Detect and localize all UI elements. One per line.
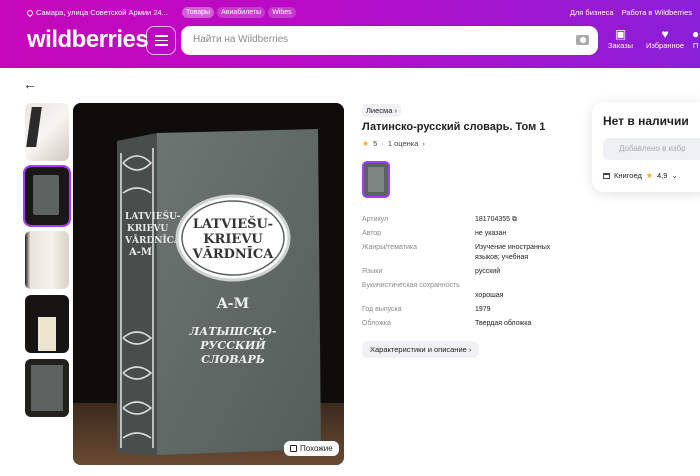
variant-thumbnail[interactable] bbox=[362, 161, 390, 198]
similar-label: Похожие bbox=[300, 444, 333, 453]
chevron-right-icon: › bbox=[422, 139, 425, 148]
favorites-nav[interactable]: ♥ Избранное bbox=[646, 27, 684, 50]
brand-link[interactable]: Лиесма › bbox=[362, 104, 401, 117]
top-links: Для бизнеса Работа в Wildberries bbox=[570, 8, 692, 17]
cover-ru-2: РУССКИЙ bbox=[199, 337, 266, 352]
search-input[interactable] bbox=[193, 34, 553, 45]
spec-key: Обложка bbox=[362, 320, 391, 327]
orders-nav[interactable]: ▣ Заказы bbox=[608, 27, 633, 50]
spec-row: Жанры/тематика Изучение иностранных языко… bbox=[362, 243, 570, 263]
star-icon: ★ bbox=[645, 171, 653, 180]
added-to-favorites-button[interactable]: Добавлено в избр bbox=[603, 138, 700, 160]
search-bar bbox=[181, 26, 598, 55]
thumbnail-5[interactable] bbox=[25, 359, 69, 417]
heart-icon: ♥ bbox=[661, 27, 669, 41]
orders-label: Заказы bbox=[608, 41, 634, 50]
spec-row: Артикул 181704355 ⧉ bbox=[362, 215, 570, 225]
business-link[interactable]: Для бизнеса bbox=[570, 8, 614, 17]
spec-row: Обложка Твердая обложка bbox=[362, 319, 570, 329]
thumbnail-2-selected[interactable] bbox=[23, 165, 71, 227]
pill-flights[interactable]: Авиабилеты bbox=[217, 7, 266, 18]
main-product-photo[interactable]: LATVIEŠU- KRIEVU VĀRDNĪCA A-M LATVIEŠU- … bbox=[73, 103, 344, 465]
thumbnail-3[interactable] bbox=[25, 231, 69, 289]
top-bar: Самара, улица Советской Армии 24... Това… bbox=[0, 0, 700, 22]
thumbnail-4[interactable] bbox=[25, 295, 69, 353]
rating-row[interactable]: ★ 5 · 1 оценка › bbox=[362, 139, 425, 148]
location-text: Самара, улица Советской Армии 24... bbox=[36, 8, 168, 17]
service-switcher: Товары Авиабилеты Wibes bbox=[182, 7, 296, 18]
profile-nav[interactable]: ● П bbox=[692, 27, 699, 50]
similar-icon bbox=[290, 445, 297, 452]
pill-wibes[interactable]: Wibes bbox=[268, 7, 296, 18]
cover-title-2: KRIEVU bbox=[203, 232, 263, 247]
box-icon: ▣ bbox=[614, 27, 627, 41]
favorites-label: Избранное bbox=[646, 41, 685, 50]
spine-volume: A-M bbox=[128, 247, 152, 258]
cover-ru-3: СЛОВАРЬ bbox=[201, 353, 265, 366]
spec-value: 1979 bbox=[475, 306, 491, 313]
seller-name: Книгоед bbox=[614, 171, 642, 180]
shop-icon bbox=[603, 172, 610, 179]
spec-key: Артикул bbox=[362, 216, 389, 223]
rating-value: 5 bbox=[373, 139, 378, 148]
menu-bar-icon bbox=[154, 39, 168, 42]
menu-button[interactable] bbox=[146, 26, 176, 55]
menu-bar-icon bbox=[154, 35, 168, 37]
spec-key: Языки bbox=[362, 268, 383, 275]
profile-label: П bbox=[692, 41, 699, 50]
cover-ru-1: ЛАТЫШСКО- bbox=[189, 325, 277, 338]
buy-box: Нет в наличии Добавлено в избр Книгоед ★… bbox=[592, 102, 700, 192]
spec-value: Изучение иностранных языков; учебная bbox=[475, 244, 551, 261]
cover-volume: A-M bbox=[216, 296, 249, 312]
logo[interactable]: wildberries bbox=[27, 26, 149, 54]
book-photo: LATVIEŠU- KRIEVU VĀRDNĪCA A-M LATVIEŠU- … bbox=[73, 103, 344, 465]
spec-row: Языки русский bbox=[362, 267, 570, 277]
article-number: 181704355 bbox=[475, 216, 511, 223]
product-title: Латинско-русский словарь. Том 1 bbox=[362, 121, 546, 133]
spec-value: русский bbox=[475, 268, 501, 275]
spec-row: Год выпуска 1979 bbox=[362, 305, 570, 315]
spec-row: Букинистическая сохранность хорошая bbox=[362, 281, 570, 301]
jobs-link[interactable]: Работа в Wildberries bbox=[622, 8, 692, 17]
copy-icon[interactable]: ⧉ bbox=[512, 216, 517, 223]
menu-bar-icon bbox=[154, 44, 168, 46]
spec-key: Жанры/тематика bbox=[362, 244, 417, 251]
thumbnail-1[interactable] bbox=[25, 103, 69, 161]
spec-key: Автор bbox=[362, 230, 382, 237]
spec-value: хорошая bbox=[475, 292, 504, 299]
chevron-right-icon: › bbox=[394, 106, 397, 115]
star-icon: ★ bbox=[362, 139, 370, 148]
spec-value: 181704355 ⧉ bbox=[475, 215, 570, 225]
cover-title-1: LATVIEŠU- bbox=[193, 215, 273, 232]
location-selector[interactable]: Самара, улица Советской Армии 24... bbox=[25, 8, 168, 17]
similar-button[interactable]: Похожие bbox=[284, 441, 339, 456]
characteristics-button[interactable]: Характеристики и описание › bbox=[362, 341, 480, 358]
specs-table: Артикул 181704355 ⧉ Автор не указан Жанры/… bbox=[362, 215, 570, 333]
site-header: Самара, улица Советской Армии 24... Това… bbox=[0, 0, 700, 68]
spec-row: Автор не указан bbox=[362, 229, 570, 239]
seller-rating: 4,9 bbox=[657, 171, 668, 180]
characteristics-label: Характеристики и описание bbox=[370, 345, 467, 354]
pill-goods[interactable]: Товары bbox=[182, 7, 215, 18]
seller-link[interactable]: Книгоед ★ 4,9 ⌄ bbox=[603, 171, 678, 180]
spec-key: Букинистическая сохранность bbox=[362, 282, 460, 289]
profile-icon: ● bbox=[692, 27, 700, 41]
spine-title-3: VĀRDNĪCA bbox=[124, 234, 182, 246]
brand-name: Лиесма bbox=[366, 106, 393, 115]
spine-title-2: KRIEVU bbox=[127, 224, 168, 234]
separator: · bbox=[381, 139, 384, 148]
spec-key: Год выпуска bbox=[362, 306, 402, 313]
camera-search-icon[interactable] bbox=[576, 35, 589, 45]
chevron-right-icon: › bbox=[468, 345, 472, 354]
back-arrow-icon[interactable]: ← bbox=[23, 76, 37, 92]
location-pin-icon bbox=[25, 8, 35, 17]
spine-title-1: LATVIEŠU- bbox=[125, 210, 181, 222]
chevron-down-icon: ⌄ bbox=[671, 171, 678, 180]
cover-title-3: VĀRDNĪCA bbox=[192, 246, 275, 262]
stock-status: Нет в наличии bbox=[603, 114, 689, 128]
spec-value: не указан bbox=[475, 230, 507, 237]
reviews-count: 1 оценка bbox=[387, 139, 419, 148]
spec-value: Твердая обложка bbox=[475, 320, 532, 327]
thumbnail-strip bbox=[23, 103, 71, 423]
